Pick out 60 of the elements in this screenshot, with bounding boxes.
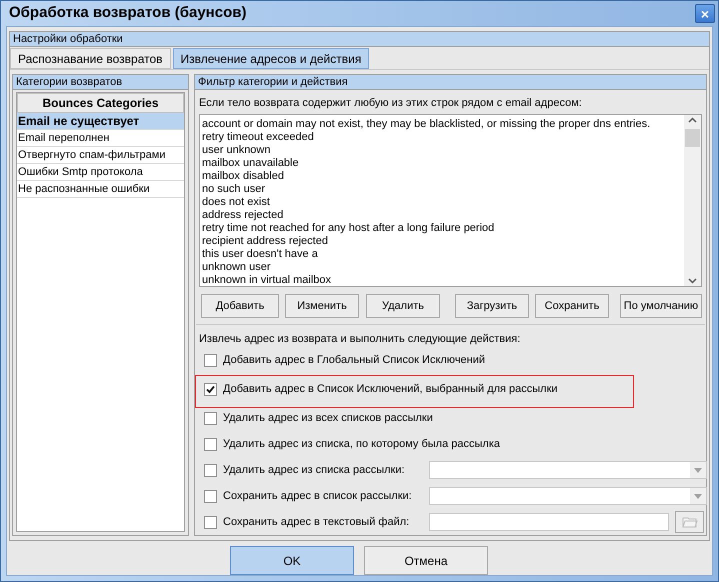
- actions-prompt: Извлечь адрес из возврата и выполнить следующие действия:: [199, 332, 522, 347]
- action-button[interactable]: Удалить: [366, 294, 440, 318]
- panel-header: Категории возвратов: [13, 75, 188, 90]
- checkbox-label: Добавить адрес в Глобальный Список Исключений: [223, 352, 486, 368]
- filter-prompt: Если тело возврата содержит любую из этих строк рядом с email адресом:: [199, 96, 583, 111]
- category-item[interactable]: Email не существует: [17, 113, 184, 130]
- checkbox-label: Удалить адрес из списка, по которому была рассылка: [223, 436, 500, 452]
- dropdown[interactable]: [429, 487, 707, 505]
- list-item[interactable]: mailbox disabled: [202, 170, 684, 183]
- category-item[interactable]: Ошибки Smtp протокола: [17, 164, 184, 181]
- list-item[interactable]: mailbox unavailable: [202, 157, 684, 170]
- checkbox[interactable]: [204, 412, 217, 424]
- checkbox[interactable]: [204, 382, 217, 396]
- dropdown[interactable]: [429, 461, 707, 479]
- list-item[interactable]: unknown user: [202, 261, 684, 274]
- category-item[interactable]: Не распознанные ошибки: [17, 181, 184, 198]
- action-button[interactable]: По умолчанию: [620, 294, 702, 318]
- checkbox-label: Удалить адрес из всех списков рассылки: [223, 410, 433, 426]
- list-item[interactable]: retry time not reached for any host after a long failure period: [202, 222, 684, 235]
- list-item[interactable]: account or domain may not exist, they may be blacklisted, or missing the proper dns entries.: [202, 118, 684, 131]
- list-item[interactable]: no such user: [202, 183, 684, 196]
- checkbox-label: Сохранить адрес в текстовый файл:: [223, 514, 410, 530]
- action-button[interactable]: Загрузить: [455, 294, 529, 318]
- scroll-up-icon[interactable]: [688, 117, 697, 123]
- checkbox-label: Добавить адрес в Список Исключений, выбранный для рассылки: [223, 382, 558, 397]
- checkbox[interactable]: [204, 490, 217, 502]
- list-item[interactable]: does not exist: [202, 196, 684, 209]
- action-button[interactable]: Изменить: [285, 294, 359, 318]
- panel-header: Фильтр категории и действия: [195, 75, 706, 90]
- scroll-down-icon[interactable]: [688, 278, 697, 284]
- group-header: Настройки обработки: [10, 32, 709, 47]
- browse-button[interactable]: [675, 511, 704, 533]
- checkbox[interactable]: [204, 516, 217, 528]
- list-item[interactable]: this user doesn't have a: [202, 248, 684, 261]
- tab[interactable]: Распознавание возвратов: [10, 48, 171, 69]
- list-item[interactable]: retry timeout exceeded: [202, 131, 684, 144]
- list-item[interactable]: user unknown: [202, 144, 684, 157]
- category-item[interactable]: Email переполнен: [17, 130, 184, 147]
- strings-list[interactable]: [199, 114, 702, 287]
- list-item[interactable]: recipient address rejected: [202, 235, 684, 248]
- folder-icon: [682, 516, 698, 528]
- category-item[interactable]: Отвергнуто спам-фильтрами: [17, 147, 184, 164]
- dialog-button[interactable]: Отмена: [364, 546, 488, 575]
- dropdown-arrow-icon: [694, 468, 702, 472]
- action-button[interactable]: Добавить: [201, 294, 279, 318]
- checkbox[interactable]: [204, 438, 217, 450]
- checkbox-label: Сохранить адрес в список рассылки:: [223, 488, 412, 504]
- list-item[interactable]: unknown in virtual mailbox: [202, 274, 684, 286]
- list-item[interactable]: address rejected: [202, 209, 684, 222]
- window-title: Обработка возвратов (баунсов): [9, 3, 246, 24]
- tab[interactable]: Извлечение адресов и действия: [172, 48, 370, 69]
- checkbox-label: Удалить адрес из списка рассылки:: [223, 462, 405, 478]
- checkbox[interactable]: [204, 354, 217, 366]
- dropdown-arrow-icon: [694, 494, 702, 498]
- checkbox[interactable]: [204, 464, 217, 476]
- action-button[interactable]: Сохранить: [535, 294, 609, 318]
- column-header: Bounces Categories: [17, 93, 184, 113]
- dialog-button[interactable]: OK: [230, 546, 354, 575]
- scrollbar-thumb[interactable]: [685, 129, 700, 147]
- file-path-field[interactable]: [429, 513, 669, 531]
